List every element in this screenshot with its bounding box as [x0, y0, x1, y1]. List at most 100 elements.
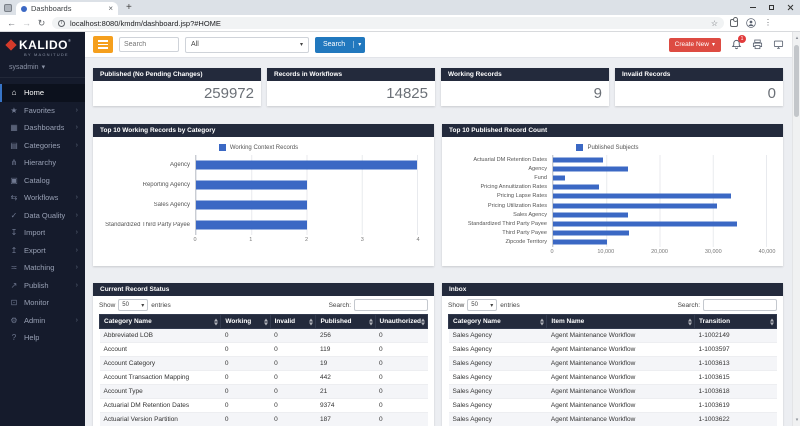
chevron-right-icon: › [76, 317, 78, 324]
back-button[interactable]: ← [4, 18, 19, 28]
scroll-up-icon[interactable]: ▴ [793, 32, 800, 44]
browser-tab[interactable]: Dashboards × [16, 2, 118, 15]
search-button[interactable]: Search ▾ [315, 37, 365, 53]
table-search-input[interactable] [354, 299, 428, 311]
extensions-icon[interactable] [730, 19, 738, 27]
search-options-caret-icon[interactable]: ▾ [353, 41, 365, 48]
sidebar-item-workflows[interactable]: ⇆Workflows› [0, 189, 85, 207]
column-header-category-name[interactable]: Category Name [100, 315, 221, 329]
sidebar-item-home[interactable]: ⌂Home [0, 84, 85, 102]
chart-bar[interactable] [553, 240, 607, 245]
table-cell: 442 [316, 371, 375, 385]
sidebar-item-export[interactable]: ↥Export› [0, 242, 85, 260]
chart-bar-row: Sales Agency [448, 210, 767, 219]
chevron-right-icon: › [76, 107, 78, 114]
sidebar-item-publish[interactable]: ↗Publish› [0, 277, 85, 295]
chart-bar[interactable] [553, 212, 628, 217]
tab-close-icon[interactable]: × [108, 5, 113, 13]
chevron-right-icon: › [76, 194, 78, 201]
chart-bar[interactable] [553, 194, 731, 199]
display-icon[interactable] [772, 39, 784, 51]
table-row[interactable]: Actuarial Version Partition001870 [100, 413, 428, 426]
table-row[interactable]: Sales AgencyAgent Maintenance Workflow1-… [449, 343, 777, 357]
chart-bar[interactable] [553, 166, 628, 171]
chart-bar[interactable] [553, 221, 737, 226]
chart-bar[interactable] [553, 231, 629, 236]
table-row[interactable]: Actuarial DM Retention Dates0093740 [100, 399, 428, 413]
reload-button[interactable]: ↻ [34, 18, 49, 29]
sidebar-item-matching[interactable]: ≍Matching› [0, 259, 85, 277]
table-row[interactable]: Account Transaction Mapping004420 [100, 371, 428, 385]
chart-bar[interactable] [553, 157, 603, 162]
sidebar-item-admin[interactable]: ⚙Admin› [0, 312, 85, 330]
sidebar-item-monitor[interactable]: ⊡Monitor [0, 294, 85, 312]
window-maximize-button[interactable] [769, 5, 774, 10]
table-row[interactable]: Sales AgencyAgent Maintenance Workflow1-… [449, 385, 777, 399]
chart-legend[interactable]: Published Subjects [448, 140, 767, 155]
hamburger-menu-icon[interactable] [93, 36, 113, 53]
user-menu[interactable]: sysadmin ▾ [0, 57, 85, 78]
new-tab-button[interactable]: + [126, 2, 132, 13]
sidebar-item-categories[interactable]: ▤Categories› [0, 137, 85, 155]
chart-bar[interactable] [553, 175, 565, 180]
sidebar-item-help[interactable]: ?Help [0, 329, 85, 347]
chart-bar[interactable] [553, 185, 599, 190]
table-row[interactable]: Sales AgencyAgent Maintenance Workflow1-… [449, 371, 777, 385]
sidebar-item-data-quality[interactable]: ✓Data Quality› [0, 207, 85, 225]
sidebar-item-favorites[interactable]: ★Favorites› [0, 102, 85, 120]
table-cell: 0 [270, 357, 316, 371]
browser-menu-icon[interactable]: ⋮ [764, 19, 772, 27]
table-cell: Agent Maintenance Workflow [547, 385, 695, 399]
site-info-icon[interactable]: i [58, 20, 65, 27]
table-row[interactable]: Account Type00210 [100, 385, 428, 399]
chart-bar[interactable] [196, 201, 307, 210]
print-icon[interactable] [751, 39, 763, 51]
column-header-published[interactable]: Published [316, 315, 375, 329]
stat-value: 0 [615, 81, 783, 106]
notifications-bell-icon[interactable]: 1 [730, 39, 742, 51]
sidebar-item-import[interactable]: ↧Import› [0, 224, 85, 242]
chart-bar[interactable] [196, 181, 307, 190]
table-row[interactable]: Account001190 [100, 343, 428, 357]
chart-category-label: Fund [448, 175, 552, 181]
chart-legend[interactable]: Working Context Records [99, 140, 418, 155]
search-scope-select[interactable]: All ▾ [185, 37, 309, 53]
column-header-working[interactable]: Working [221, 315, 270, 329]
table-row[interactable]: Abbreviated LOB002560 [100, 329, 428, 343]
address-bar[interactable]: i localhost:8080/kmdm/dashboard.jsp?#HOM… [52, 17, 724, 29]
column-header-unauthorized[interactable]: Unauthorized [375, 315, 428, 329]
sidebar-item-dashboards[interactable]: ▦Dashboards› [0, 119, 85, 137]
create-new-button[interactable]: Create New ▾ [669, 38, 721, 52]
scrollbar-thumb[interactable] [794, 45, 799, 117]
column-header-item-name[interactable]: Item Name [547, 315, 695, 329]
table-row[interactable]: Sales AgencyAgent Maintenance Workflow1-… [449, 413, 777, 426]
chart-bar[interactable] [196, 221, 307, 230]
window-minimize-button[interactable] [750, 7, 756, 8]
table-row[interactable]: Account Category00190 [100, 357, 428, 371]
sidebar-item-catalog[interactable]: ▣Catalog [0, 172, 85, 190]
page-scrollbar[interactable]: ▴ ▾ [792, 32, 800, 426]
table-row[interactable]: Sales AgencyAgent Maintenance Workflow1-… [449, 399, 777, 413]
table-row[interactable]: Sales AgencyAgent Maintenance Workflow1-… [449, 329, 777, 343]
stat-title: Invalid Records [615, 68, 783, 81]
column-header-transition[interactable]: Transition [694, 315, 776, 329]
column-header-category-name[interactable]: Category Name [449, 315, 547, 329]
search-input[interactable] [119, 37, 179, 52]
table-search-input[interactable] [703, 299, 777, 311]
scroll-down-icon[interactable]: ▾ [793, 414, 800, 426]
column-header-invalid[interactable]: Invalid [270, 315, 316, 329]
stat-value: 14825 [267, 81, 435, 106]
bookmark-star-icon[interactable]: ☆ [711, 19, 718, 28]
notification-badge: 1 [738, 35, 746, 43]
chart-bar[interactable] [196, 161, 417, 170]
logo-text: KALIDO® [19, 39, 71, 51]
forward-button[interactable]: → [19, 18, 34, 28]
browser-profile-icon[interactable] [4, 4, 12, 12]
sidebar-item-hierarchy[interactable]: ⋔Hierarchy [0, 154, 85, 172]
table-row[interactable]: Sales AgencyAgent Maintenance Workflow1-… [449, 357, 777, 371]
page-size-select[interactable]: 50 ▾ [118, 299, 148, 311]
page-size-select[interactable]: 50 ▾ [467, 299, 497, 311]
window-close-button[interactable] [787, 4, 794, 11]
chart-bar[interactable] [553, 203, 717, 208]
browser-avatar-icon[interactable] [745, 17, 757, 29]
